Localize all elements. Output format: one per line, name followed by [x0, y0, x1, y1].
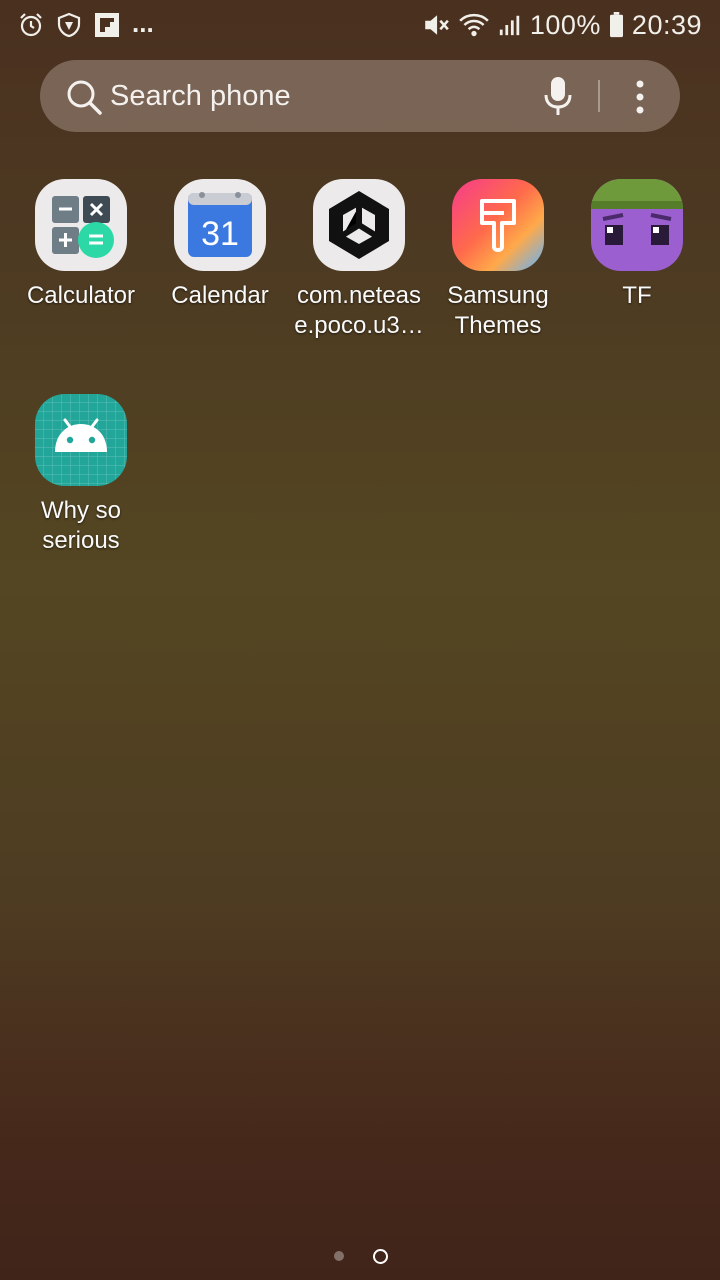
calendar-date: 31: [201, 215, 239, 253]
wifi-icon: [459, 13, 489, 37]
app-calendar[interactable]: 31 Calendar: [150, 179, 290, 311]
search-bar[interactable]: Search phone: [40, 60, 680, 132]
microphone-icon[interactable]: [542, 75, 574, 117]
app-label: Calendar: [171, 282, 269, 309]
page-dot-1[interactable]: [334, 1251, 344, 1261]
tf-game-icon: [591, 179, 683, 271]
flipboard-icon: [95, 13, 119, 37]
app-label-line1: com.neteas: [296, 282, 422, 309]
battery-percent: 100%: [529, 9, 601, 40]
app-label-line1: Why so: [40, 497, 121, 524]
shield-icon: [57, 12, 81, 38]
app-netease-poco[interactable]: com.neteas e.poco.u3…: [289, 179, 429, 341]
search-divider: [598, 80, 600, 112]
notification-overflow: ...: [132, 7, 154, 38]
app-tf[interactable]: TF: [567, 179, 707, 311]
unity-icon: [313, 179, 405, 271]
alarm-icon: [20, 13, 42, 37]
mute-icon: [425, 15, 449, 35]
battery-icon: [609, 12, 623, 38]
search-input[interactable]: Search phone: [110, 80, 291, 113]
app-label: Why so serious: [11, 496, 151, 556]
app-label-line2: serious: [42, 527, 120, 554]
app-label: Samsung Themes: [428, 281, 568, 341]
app-calculator[interactable]: Calculator: [11, 179, 151, 311]
page-dot-2-current[interactable]: [373, 1249, 388, 1264]
app-samsung-themes[interactable]: Samsung Themes: [428, 179, 568, 341]
signal-icon: [499, 15, 520, 36]
android-icon: [35, 394, 127, 486]
status-bar: ... 100% 20:39: [0, 0, 720, 50]
app-why-so-serious[interactable]: Why so serious: [11, 394, 151, 556]
search-icon: [67, 80, 102, 115]
clock: 20:39: [631, 9, 702, 40]
app-label: Calculator: [26, 282, 136, 309]
app-label-line2: e.poco.u3…: [294, 312, 424, 339]
app-label-line2: Themes: [454, 312, 542, 339]
samsung-themes-icon: [452, 179, 544, 271]
app-label: com.neteas e.poco.u3…: [289, 281, 429, 341]
calculator-icon: [35, 179, 127, 271]
app-label: TF: [622, 282, 652, 309]
app-label-line1: Samsung: [447, 282, 549, 309]
calendar-icon: 31: [174, 179, 266, 271]
page-indicator[interactable]: [330, 1248, 390, 1266]
more-options-icon[interactable]: [630, 80, 650, 114]
